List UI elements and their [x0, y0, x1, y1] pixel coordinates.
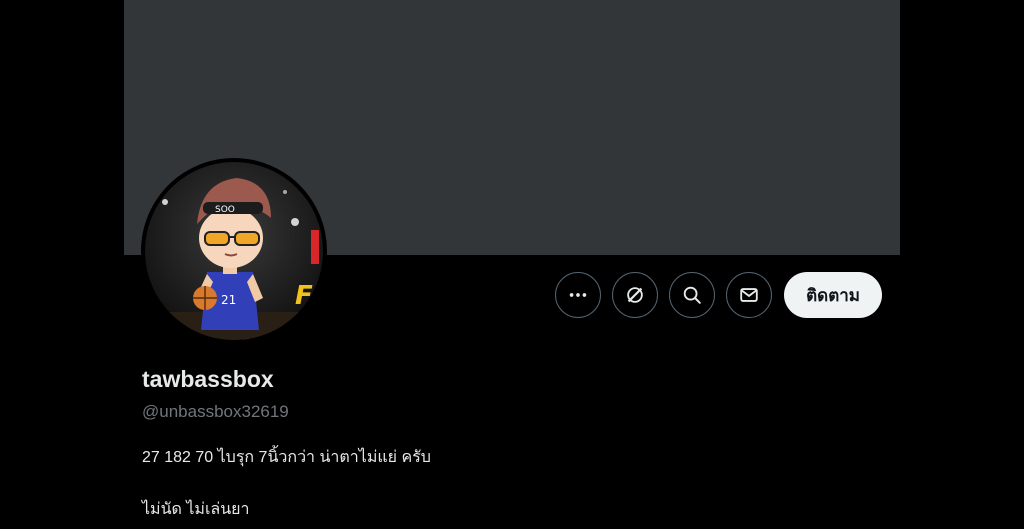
grok-icon — [627, 287, 643, 303]
more-horizontal-icon — [569, 293, 587, 297]
profile-column: F T 21 — [124, 0, 900, 529]
headband-text: SOO — [215, 205, 235, 215]
profile-page: F T 21 — [0, 0, 1024, 529]
user-handle: @unbassbox32619 — [142, 402, 289, 421]
display-name: tawbassbox — [142, 366, 274, 392]
avatar-ring: F T 21 — [141, 158, 327, 344]
avatar[interactable]: F T 21 — [145, 162, 323, 340]
bio-line-2: ไม่นัด ไม่เล่นยา — [142, 501, 250, 518]
message-button[interactable] — [726, 272, 773, 318]
grok-button[interactable] — [612, 272, 659, 318]
svg-text:F: F — [295, 281, 313, 311]
bio-line-1: 27 182 70 ไบรุก 7นิ้วกว่า น่าตาไม่แย่ คร… — [142, 449, 431, 466]
search-button[interactable] — [669, 272, 716, 318]
avatar-illustration: F T 21 — [145, 162, 323, 340]
jersey-number: 21 — [221, 293, 236, 307]
search-icon — [683, 286, 701, 304]
follow-button-label: ติดตาม — [806, 285, 860, 305]
follow-button[interactable]: ติดตาม — [784, 272, 882, 318]
profile-actions: ติดตาม — [555, 271, 882, 319]
envelope-icon — [740, 288, 758, 302]
more-button[interactable] — [555, 272, 602, 318]
